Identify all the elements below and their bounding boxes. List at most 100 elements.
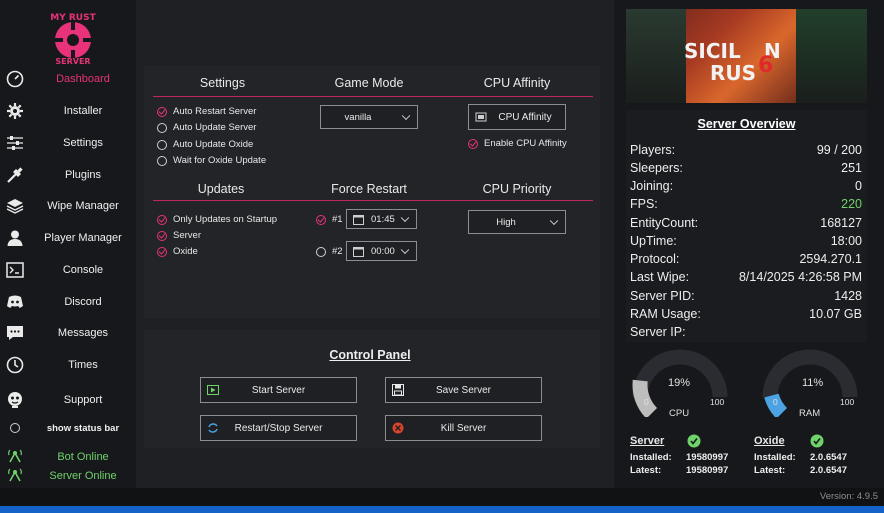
enable-cpu-affinity-option[interactable]: Enable CPU Affinity [468,138,567,149]
sidebar-item-settings[interactable]: Settings [0,128,136,158]
kill-server-button[interactable]: Kill Server [385,415,542,441]
cpu-affinity-header: CPU Affinity [483,76,551,90]
force-restart-1-time-value: 01:45 [371,213,395,225]
sidebar-item-plugins[interactable]: Plugins [0,160,136,190]
overview-key: EntityCount: [630,216,699,230]
start-server-button[interactable]: Start Server [200,377,357,403]
overview-key: FPS: [630,197,658,211]
speedometer-icon [5,69,25,89]
server-status-label: Server Online [49,470,117,482]
chevron-down-icon [401,111,411,121]
oxide-latest-value: 2.0.6547 [810,465,847,476]
sidebar-item-times[interactable]: Times [0,350,136,380]
sliders-icon [5,133,25,153]
update-option-label: Only Updates on Startup [173,214,278,225]
plug-icon [5,165,25,185]
force-restart-slot-2[interactable]: #2 [316,246,343,257]
sidebar-item-console[interactable]: Console [0,255,136,285]
server-status: Server Online [0,461,136,491]
oxide-installed-label: Installed: [754,452,796,463]
sidebar-item-label: Player Manager [44,232,122,244]
overview-row: Players: 99 / 200 [630,143,862,159]
overview-value: 0 [855,179,862,193]
cpu-priority-dropdown[interactable]: High [468,210,566,234]
ram-min: 0 [773,397,778,407]
restart-stop-server-button[interactable]: Restart/Stop Server [200,415,357,441]
force-restart-2-radio[interactable] [316,246,326,257]
force-restart-slot-1[interactable]: #1 [316,214,343,225]
show-status-bar-toggle[interactable]: show status bar [0,413,136,443]
chevron-down-icon [549,216,559,226]
setting-option-auto-update-server[interactable]: Auto Update Server [157,122,256,133]
server-banner: SICIL N RUS 6 [626,9,867,103]
taskbar [0,506,884,513]
update-radio[interactable] [157,246,167,257]
server-version-title: Server [630,435,665,447]
sidebar-item-discord[interactable]: Discord [0,287,136,317]
check-circle-icon [687,434,701,448]
clock-icon [5,355,25,375]
discord-icon [5,292,25,312]
setting-radio[interactable] [157,155,167,166]
overview-value: 10.07 GB [809,307,862,321]
force-restart-1-radio[interactable] [316,214,326,225]
overview-value: 8/14/2025 4:26:58 PM [738,270,862,284]
force-restart-1-time[interactable]: 01:45 [346,209,417,229]
calendar-icon [353,247,364,257]
ram-max: 100 [840,397,855,407]
support-icon [5,390,25,410]
sidebar-item-label: Dashboard [56,73,110,85]
layers-icon [5,196,25,216]
force-restart-2-time[interactable]: 00:00 [346,241,417,261]
show-status-bar-radio[interactable] [10,423,20,433]
sidebar-item-label: Settings [63,137,103,149]
overview-value: 1428 [834,289,862,303]
update-option-only-updates-on-startup[interactable]: Only Updates on Startup [157,214,277,225]
app-logo: MY RUST SERVER [50,13,96,66]
enable-cpu-affinity-radio[interactable] [468,138,478,149]
server-installed-label: Installed: [630,452,672,463]
overview-row: EntityCount: 168127 [630,216,862,232]
update-option-label: Oxide [173,246,198,257]
banner-accent: 6 [758,53,774,78]
update-radio[interactable] [157,214,167,225]
update-option-oxide[interactable]: Oxide [157,246,198,257]
setting-option-wait-for-oxide-update[interactable]: Wait for Oxide Update [157,155,266,166]
sidebar-item-label: Plugins [64,169,102,181]
chevron-down-icon [400,245,410,255]
game-mode-dropdown[interactable]: vanilla [320,105,418,129]
overview-value: 18:00 [830,234,862,248]
sidebar-item-label: Times [68,359,98,371]
sidebar-item-dashboard[interactable]: Dashboard [0,64,136,94]
sidebar-item-label: Console [62,264,104,276]
update-option-label: Server [173,230,201,241]
chevron-down-icon [400,213,410,223]
overview-key: Last Wipe: [630,270,690,284]
save-server-button[interactable]: Save Server [385,377,542,403]
sidebar-item-messages[interactable]: Messages [0,318,136,348]
update-option-server[interactable]: Server [157,230,201,241]
force-restart-header: Force Restart [331,182,407,196]
setting-radio[interactable] [157,139,167,150]
sidebar-item-support[interactable]: Support [0,385,136,415]
setting-radio[interactable] [157,106,167,117]
kill-server-label: Kill Server [440,422,487,434]
antenna-icon [5,466,25,486]
sidebar-item-player-manager[interactable]: Player Manager [0,223,136,253]
force-restart-2-label: #2 [332,246,343,257]
overview-row: RAM Usage: 10.07 GB [630,307,862,323]
sidebar-item-installer[interactable]: Installer [0,96,136,126]
overview-value: 168127 [820,216,862,230]
game-mode-header: Game Mode [334,76,404,90]
sidebar-item-wipe-manager[interactable]: Wipe Manager [0,191,136,221]
update-radio[interactable] [157,230,167,241]
setting-radio[interactable] [157,122,167,133]
cpu-priority-header: CPU Priority [482,182,552,196]
oxide-latest-label: Latest: [754,465,786,476]
game-mode-value: vanilla [344,111,372,123]
terminal-icon [5,260,25,280]
setting-option-auto-update-oxide[interactable]: Auto Update Oxide [157,139,253,150]
chat-icon [5,323,25,343]
cpu-affinity-button[interactable]: CPU Affinity [468,104,566,130]
setting-option-auto-restart-server[interactable]: Auto Restart Server [157,106,256,117]
